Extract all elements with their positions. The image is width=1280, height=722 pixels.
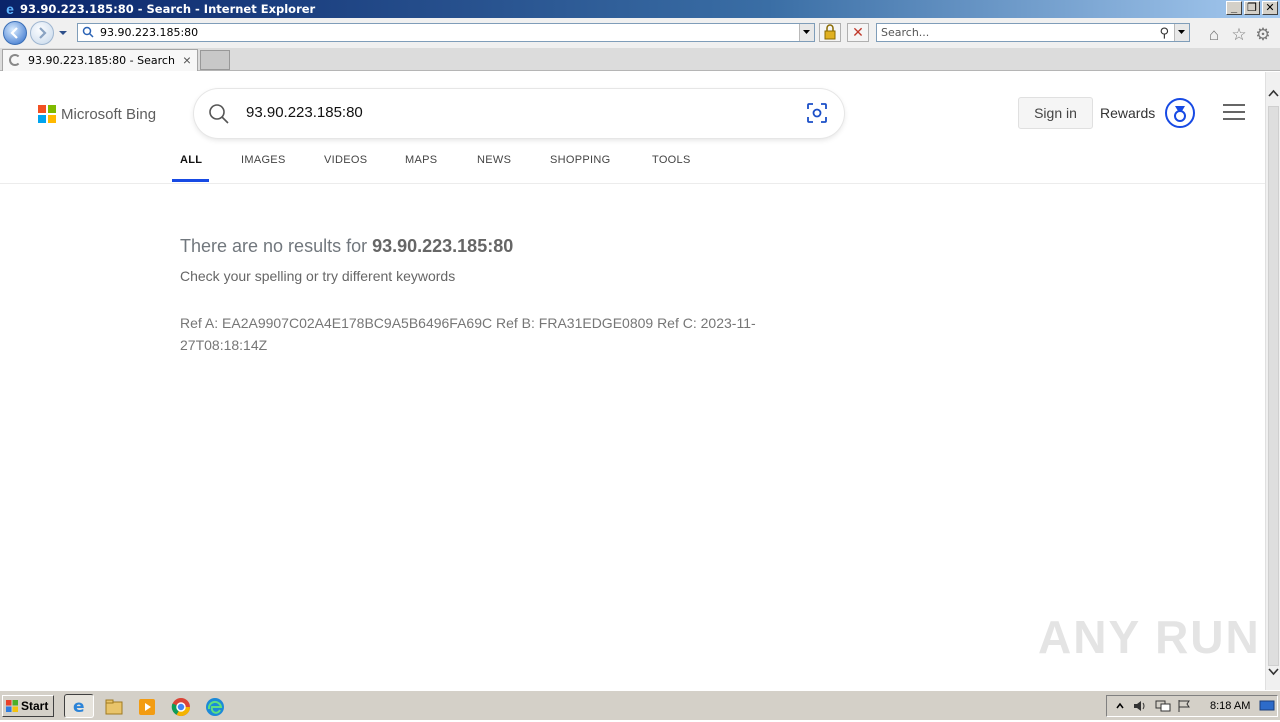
no-results-heading: There are no results for 93.90.223.185:8… bbox=[180, 236, 514, 256]
search-query-text[interactable]: 93.90.223.185:80 bbox=[246, 104, 363, 121]
window-title-bar: e 93.90.223.185:80 - Search - Internet E… bbox=[0, 0, 1280, 18]
address-dropdown-button[interactable] bbox=[799, 24, 814, 41]
browser-tab[interactable]: 93.90.223.185:80 - Search × bbox=[2, 49, 198, 71]
volume-icon[interactable] bbox=[1133, 699, 1149, 713]
browser-search-box[interactable]: Search... ⚲ bbox=[876, 23, 1190, 42]
start-button[interactable]: Start bbox=[2, 695, 54, 717]
window-title: 93.90.223.185:80 - Search - Internet Exp… bbox=[20, 2, 316, 16]
tray-expand-icon[interactable] bbox=[1115, 700, 1125, 712]
search-icon[interactable]: ⚲ bbox=[1159, 25, 1169, 41]
home-icon[interactable]: ⌂ bbox=[1205, 26, 1223, 44]
system-tray bbox=[1106, 695, 1278, 717]
edge-icon[interactable] bbox=[205, 697, 225, 717]
media-player-icon[interactable] bbox=[137, 697, 157, 717]
new-tab-button[interactable] bbox=[200, 50, 230, 70]
favorites-star-icon[interactable]: ☆ bbox=[1230, 26, 1248, 44]
start-label: Start bbox=[21, 699, 49, 713]
scroll-down-icon[interactable] bbox=[1266, 664, 1280, 680]
search-provider-dropdown[interactable] bbox=[1174, 24, 1189, 41]
sign-in-button[interactable]: Sign in bbox=[1018, 97, 1093, 129]
bing-search-box[interactable]: 93.90.223.185:80 bbox=[194, 89, 844, 138]
loading-spinner-icon bbox=[9, 54, 21, 66]
close-window-button[interactable]: ✕ bbox=[1262, 1, 1278, 15]
rewards-link[interactable]: Rewards bbox=[1100, 105, 1155, 121]
no-results-query: 93.90.223.185:80 bbox=[372, 236, 514, 256]
spelling-hint: Check your spelling or try different key… bbox=[180, 268, 456, 284]
bing-brand-text: Microsoft Bing bbox=[61, 105, 157, 123]
tab-images[interactable]: IMAGES bbox=[241, 154, 286, 166]
internet-explorer-taskbar-icon[interactable]: e bbox=[64, 694, 94, 718]
menu-hamburger-icon[interactable] bbox=[1223, 104, 1245, 122]
show-desktop-icon[interactable] bbox=[1259, 699, 1275, 713]
address-url: 93.90.223.185:80 bbox=[100, 26, 199, 39]
security-lock-button[interactable] bbox=[819, 23, 841, 42]
forward-button[interactable] bbox=[30, 21, 54, 45]
tab-news[interactable]: NEWS bbox=[477, 154, 511, 166]
page-viewport: Microsoft Bing 93.90.223.185:80 Sign in … bbox=[0, 72, 1265, 690]
recent-pages-dropdown-icon[interactable] bbox=[58, 28, 68, 38]
minimize-button[interactable]: _ bbox=[1226, 1, 1242, 15]
scrollbar-thumb[interactable] bbox=[1268, 106, 1279, 666]
reference-ids: Ref A: EA2A9907C02A4E178BC9A5B6496FA69C … bbox=[180, 315, 756, 353]
scroll-up-icon[interactable] bbox=[1266, 86, 1280, 102]
browser-search-placeholder: Search... bbox=[881, 26, 930, 39]
restore-button[interactable]: ❐ bbox=[1244, 1, 1260, 15]
tab-title: 93.90.223.185:80 - Search bbox=[28, 54, 175, 67]
tab-strip: 93.90.223.185:80 - Search × bbox=[0, 48, 1280, 71]
search-icon bbox=[209, 104, 229, 124]
internet-explorer-icon: e bbox=[6, 1, 14, 17]
taskbar-clock[interactable]: 8:18 AM bbox=[1210, 700, 1250, 712]
chrome-icon[interactable] bbox=[171, 697, 191, 717]
header-divider bbox=[0, 183, 1265, 184]
settings-gear-icon[interactable]: ⚙ bbox=[1254, 26, 1272, 44]
close-tab-icon[interactable]: × bbox=[183, 52, 191, 68]
windows-flag-icon bbox=[6, 700, 18, 712]
microsoft-logo-icon bbox=[38, 105, 56, 123]
tab-videos[interactable]: VIDEOS bbox=[324, 154, 367, 166]
vertical-scrollbar[interactable] bbox=[1265, 72, 1280, 690]
back-button[interactable] bbox=[3, 21, 27, 45]
tab-maps[interactable]: MAPS bbox=[405, 154, 437, 166]
anyrun-watermark: ANY RUN bbox=[1038, 611, 1261, 663]
navigation-bar: 93.90.223.185:80 ✕ Search... ⚲ ⌂ ☆ ⚙ bbox=[0, 18, 1280, 48]
address-bar[interactable]: 93.90.223.185:80 bbox=[77, 23, 815, 42]
tab-shopping[interactable]: SHOPPING bbox=[550, 154, 610, 166]
svg-text:e: e bbox=[73, 697, 85, 717]
bing-logo[interactable]: Microsoft Bing bbox=[38, 105, 156, 123]
lock-icon bbox=[824, 24, 836, 40]
action-center-flag-icon[interactable] bbox=[1177, 699, 1193, 713]
search-icon bbox=[82, 26, 94, 38]
file-explorer-icon[interactable] bbox=[104, 697, 124, 717]
tab-all[interactable]: ALL bbox=[180, 154, 202, 166]
visual-search-camera-icon[interactable] bbox=[807, 103, 827, 123]
taskbar: Start e 8:18 AM bbox=[0, 690, 1280, 720]
stop-loading-button[interactable]: ✕ bbox=[847, 23, 869, 42]
network-icon[interactable] bbox=[1155, 699, 1171, 713]
rewards-medal-icon[interactable] bbox=[1164, 97, 1196, 129]
tab-tools[interactable]: TOOLS bbox=[652, 154, 691, 166]
active-tab-indicator bbox=[172, 179, 209, 182]
